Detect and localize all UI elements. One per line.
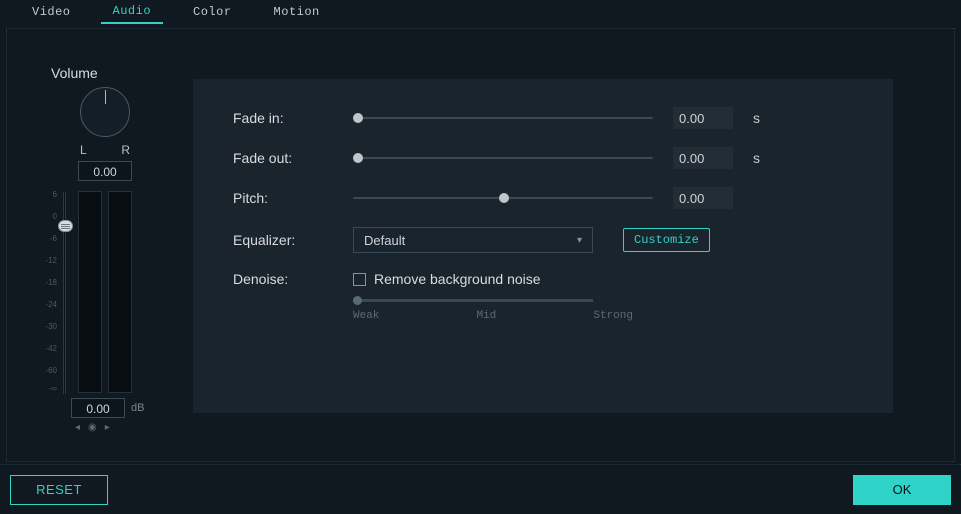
fade-out-unit: s (753, 150, 760, 166)
tab-motion[interactable]: Motion (262, 1, 332, 23)
fade-out-row: Fade out: s (233, 147, 853, 169)
step-fwd-icon[interactable]: ▸ (105, 422, 110, 433)
pan-knob-wrap (75, 87, 135, 147)
equalizer-row: Equalizer: Default ▾ Customize (233, 227, 853, 253)
pan-knob[interactable] (80, 87, 130, 137)
tick: -60 (45, 367, 57, 375)
fade-in-slider-thumb[interactable] (353, 113, 363, 123)
tick: -18 (45, 279, 57, 287)
level-meter-r (108, 191, 132, 393)
db-row: 0.00 dB (71, 398, 175, 418)
customize-button[interactable]: Customize (623, 228, 710, 252)
denoise-strength-thumb[interactable] (353, 296, 362, 305)
equalizer-select[interactable]: Default ▾ (353, 227, 593, 253)
fade-in-label: Fade in: (233, 110, 333, 126)
equalizer-selected-value: Default (364, 233, 405, 248)
denoise-label: Denoise: (233, 271, 333, 287)
tick: -∞ (49, 385, 57, 393)
tick: -24 (45, 301, 57, 309)
denoise-strength-slider[interactable] (353, 299, 593, 302)
fade-out-slider-thumb[interactable] (353, 153, 363, 163)
playback-mini-controls: ◂ ◉ ▸ (75, 422, 175, 433)
tick: 6 (53, 191, 57, 199)
pitch-label: Pitch: (233, 190, 333, 206)
pitch-input[interactable] (673, 187, 733, 209)
pan-value[interactable]: 0.00 (78, 161, 132, 181)
pitch-row: Pitch: (233, 187, 853, 209)
tick: -6 (50, 235, 57, 243)
tick: -12 (45, 257, 57, 265)
denoise-checkbox[interactable] (353, 273, 366, 286)
step-back-icon[interactable]: ◂ (75, 422, 80, 433)
tick: -30 (45, 323, 57, 331)
fade-out-input[interactable] (673, 147, 733, 169)
strength-weak-label: Weak (353, 310, 379, 322)
fade-in-slider[interactable] (353, 117, 653, 119)
volume-slider-track[interactable] (63, 192, 66, 394)
fade-in-unit: s (753, 110, 760, 126)
main-area: Volume L R 0.00 6 0 -6 -12 -18 -24 -30 -… (6, 28, 955, 462)
footer: RESET OK (0, 464, 961, 514)
volume-column: Volume L R 0.00 6 0 -6 -12 -18 -24 -30 -… (25, 41, 175, 449)
tab-video[interactable]: Video (20, 1, 83, 23)
fade-out-slider[interactable] (353, 157, 653, 159)
volume-slider-thumb[interactable] (58, 220, 73, 232)
tab-audio[interactable]: Audio (101, 0, 164, 24)
pitch-slider[interactable] (353, 197, 653, 199)
fade-in-input[interactable] (673, 107, 733, 129)
db-unit: dB (131, 402, 144, 414)
ok-button[interactable]: OK (853, 475, 951, 505)
tick: 0 (53, 213, 57, 221)
db-ticks: 6 0 -6 -12 -18 -24 -30 -42 -60 -∞ (35, 191, 57, 393)
db-value[interactable]: 0.00 (71, 398, 125, 418)
meter-zone: 6 0 -6 -12 -18 -24 -30 -42 -60 -∞ (35, 191, 175, 394)
tab-color[interactable]: Color (181, 1, 244, 23)
fade-in-row: Fade in: s (233, 107, 853, 129)
stop-icon[interactable]: ◉ (88, 422, 97, 433)
tab-bar: Video Audio Color Motion (0, 0, 961, 24)
level-meter-l (78, 191, 102, 393)
denoise-row: Denoise: Remove background noise (233, 271, 853, 287)
strength-mid-label: Mid (476, 310, 496, 322)
volume-title: Volume (51, 65, 175, 81)
reset-button[interactable]: RESET (10, 475, 108, 505)
denoise-checkbox-label: Remove background noise (374, 271, 541, 287)
denoise-strength-labels: Weak Mid Strong (353, 310, 633, 322)
chevron-down-icon: ▾ (577, 235, 582, 246)
settings-panel: Fade in: s Fade out: s Pitch: Equalizer: (193, 79, 893, 413)
pitch-slider-thumb[interactable] (499, 193, 509, 203)
tick: -42 (45, 345, 57, 353)
strength-strong-label: Strong (593, 310, 633, 322)
equalizer-label: Equalizer: (233, 232, 333, 248)
level-meters (78, 191, 132, 393)
fade-out-label: Fade out: (233, 150, 333, 166)
